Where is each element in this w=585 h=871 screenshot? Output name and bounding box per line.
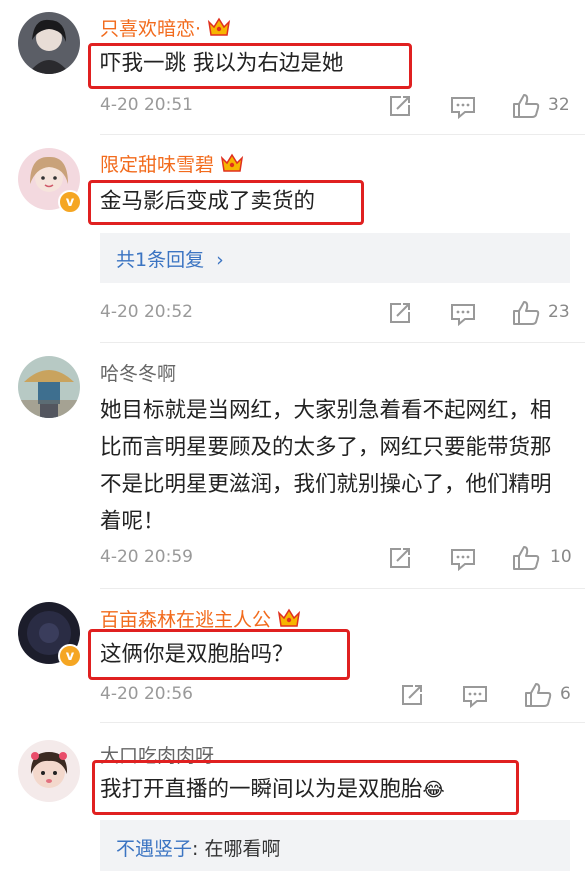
like-count: 10 xyxy=(550,547,572,567)
highlight-box xyxy=(88,629,350,680)
timestamp: 4-20 20:52 xyxy=(100,302,193,322)
comment-text: 她目标就是当网红，大家别急着看不起网红，相比而言明星要顾及的太多了，网红只要能带… xyxy=(100,398,552,534)
highlight-box xyxy=(88,43,412,89)
username[interactable]: 只喜欢暗恋· xyxy=(100,14,231,43)
reply-username[interactable]: 不遇竖子 xyxy=(116,838,192,860)
share-icon[interactable] xyxy=(400,684,424,710)
timestamp: 4-20 20:51 xyxy=(100,95,193,115)
vip-crown-icon xyxy=(207,16,231,43)
avatar[interactable] xyxy=(18,12,80,74)
like-icon[interactable] xyxy=(512,545,540,575)
timestamp: 4-20 20:56 xyxy=(100,684,193,704)
comment-icon[interactable] xyxy=(462,684,488,712)
share-icon[interactable] xyxy=(388,302,412,328)
avatar[interactable] xyxy=(18,356,80,418)
share-icon[interactable] xyxy=(388,95,412,121)
username[interactable]: 限定甜味雪碧 xyxy=(100,150,244,179)
share-icon[interactable] xyxy=(388,547,412,573)
like-icon[interactable] xyxy=(512,93,540,123)
view-replies-link[interactable]: 共1条回复 › xyxy=(116,245,224,272)
avatar[interactable] xyxy=(18,740,80,802)
comment-icon[interactable] xyxy=(450,95,476,123)
verified-badge: v xyxy=(58,644,82,668)
divider xyxy=(100,722,585,723)
like-icon[interactable] xyxy=(524,682,552,712)
vip-crown-icon xyxy=(220,152,244,179)
reply-text: : 在哪看啊 xyxy=(192,838,281,860)
comment-icon[interactable] xyxy=(450,302,476,330)
like-count: 6 xyxy=(560,684,571,704)
like-count: 23 xyxy=(548,302,570,322)
comment-icon[interactable] xyxy=(450,547,476,575)
chevron-right-icon: › xyxy=(216,249,224,271)
highlight-box xyxy=(92,760,519,815)
reply-preview[interactable]: 不遇竖子: 在哪看啊 xyxy=(100,820,570,871)
username[interactable]: 哈冬冬啊 xyxy=(100,359,176,386)
replies-panel[interactable]: 共1条回复 › xyxy=(100,233,570,283)
like-icon[interactable] xyxy=(512,300,540,330)
verified-badge: v xyxy=(58,190,82,214)
divider xyxy=(100,134,585,135)
timestamp: 4-20 20:59 xyxy=(100,547,193,567)
highlight-box xyxy=(88,180,364,225)
reply-line: 不遇竖子: 在哪看啊 xyxy=(116,834,280,861)
divider xyxy=(100,588,585,589)
divider xyxy=(100,342,585,343)
like-count: 32 xyxy=(548,95,570,115)
